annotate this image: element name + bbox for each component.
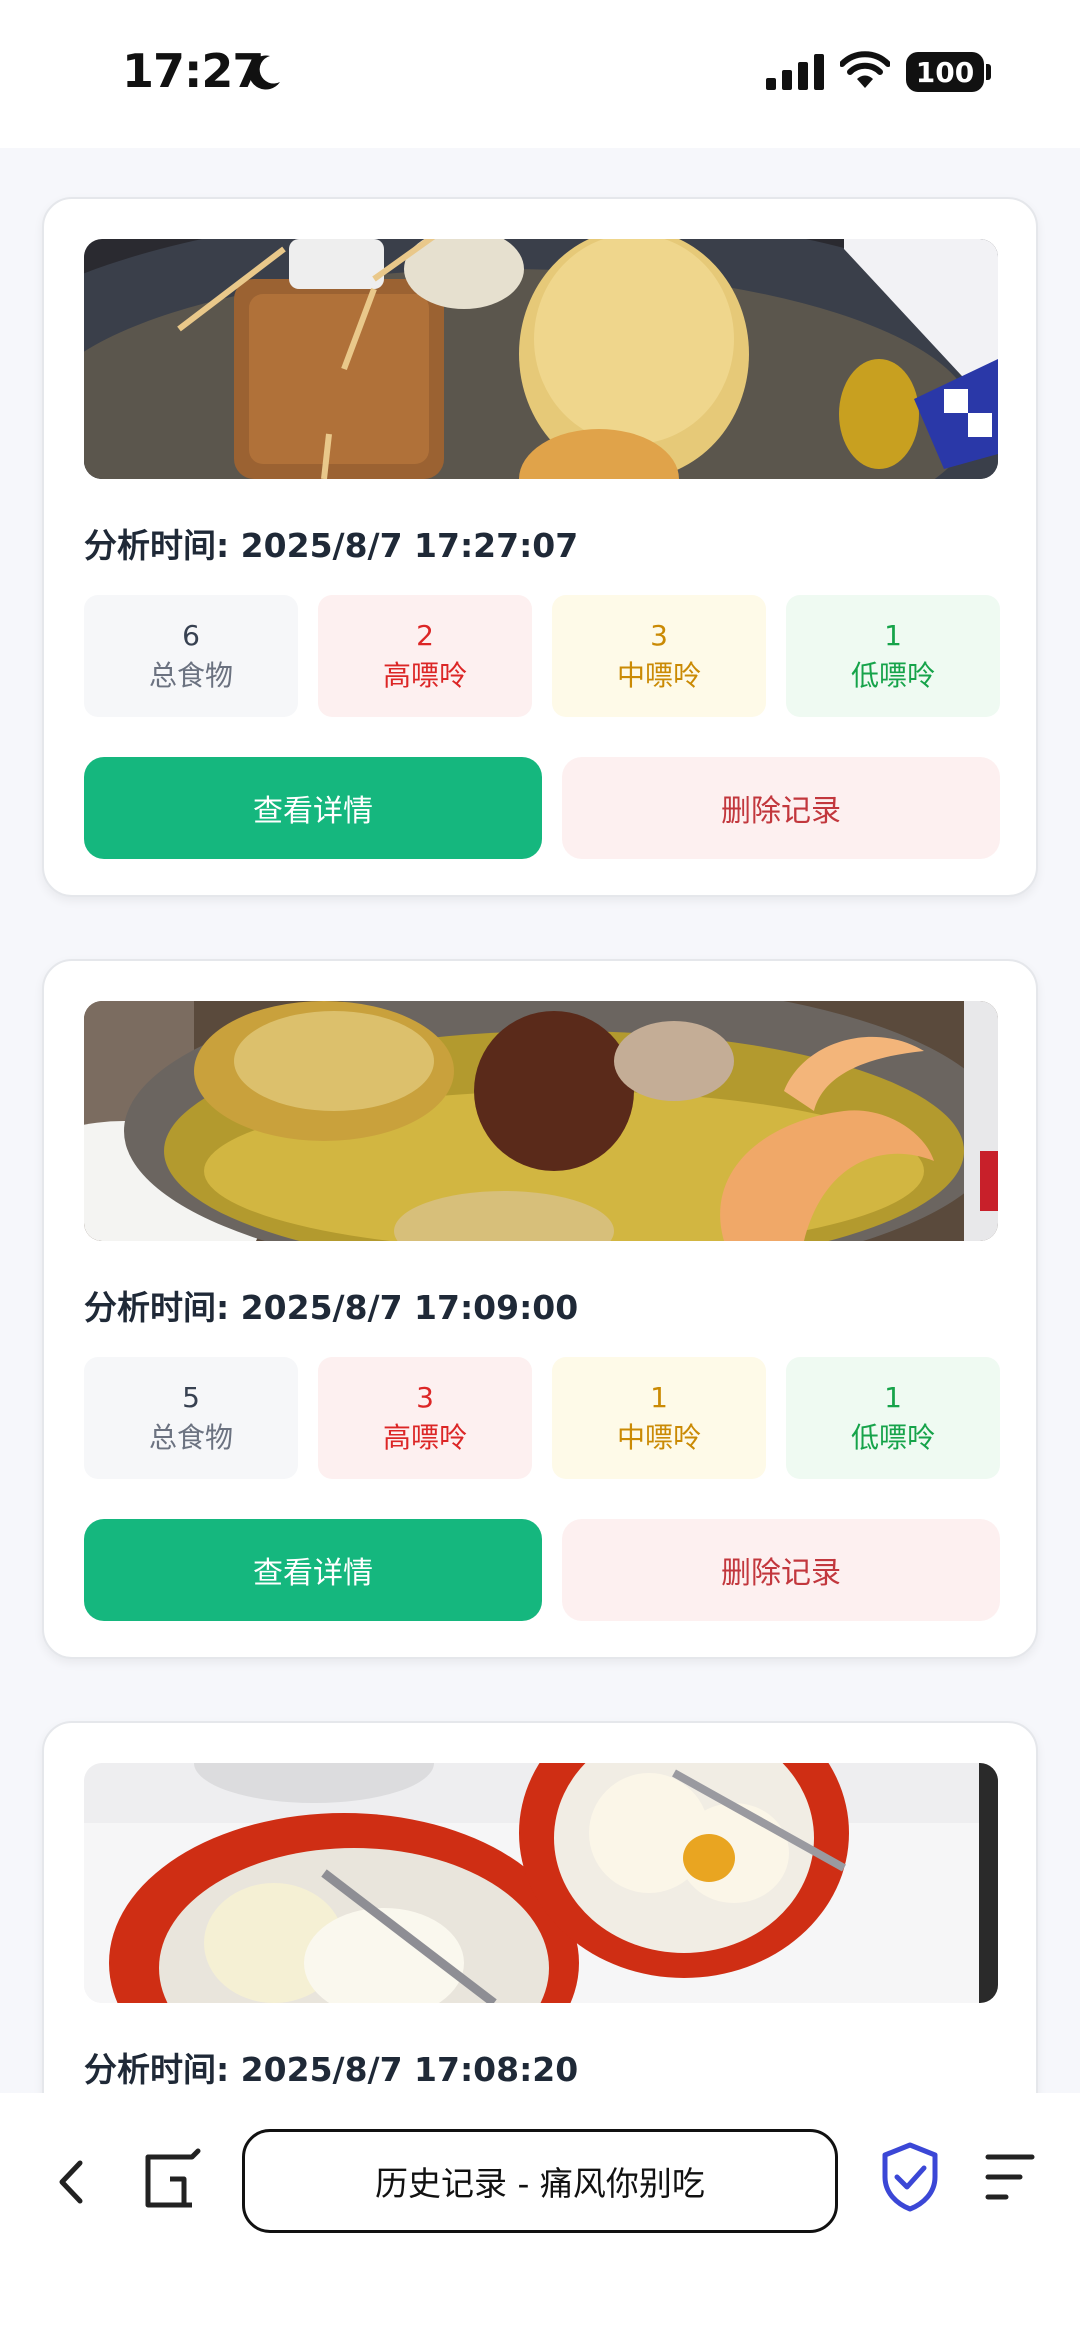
stat-label: 高嘌呤 [382,659,467,692]
stat-total-foods: 5 总食物 [84,1357,298,1479]
stat-value: 1 [884,1381,902,1414]
battery-cap [986,64,991,80]
stat-label: 低嘌呤 [850,1421,935,1454]
history-card: 分析时间: 2025/8/7 17:09:00 5 总食物 3 高嘌呤 1 中嘌… [42,959,1038,1659]
analysis-time: 分析时间: 2025/8/7 17:09:00 [84,1288,579,1327]
status-time: 17:27 [122,44,264,98]
stat-medium-purine: 3 中嘌呤 [552,595,766,717]
shield-check-icon[interactable] [880,2141,940,2213]
stat-value: 2 [416,619,434,652]
stat-label: 低嘌呤 [850,659,935,692]
view-details-button[interactable]: 查看详情 [84,757,542,859]
stat-label: 中嘌呤 [616,659,701,692]
food-photo [84,1001,998,1241]
stat-medium-purine: 1 中嘌呤 [552,1357,766,1479]
stat-value: 3 [650,619,668,652]
stat-high-purine: 3 高嘌呤 [318,1357,532,1479]
back-icon[interactable] [50,2149,90,2215]
stat-label: 中嘌呤 [616,1421,701,1454]
moon-icon [248,55,280,90]
view-details-button[interactable]: 查看详情 [84,1519,542,1621]
food-photo [84,239,998,479]
food-photo-eggs [84,1763,998,2003]
stats-row: 5 总食物 3 高嘌呤 1 中嘌呤 1 低嘌呤 [84,1357,1000,1479]
stat-low-purine: 1 低嘌呤 [786,595,1000,717]
stat-high-purine: 2 高嘌呤 [318,595,532,717]
food-photo-oden [84,239,998,479]
stat-label: 总食物 [148,659,233,692]
food-photo-seafood [84,1001,998,1241]
stat-value: 5 [182,1381,200,1414]
stat-label: 总食物 [148,1421,233,1454]
stat-label: 高嘌呤 [382,1421,467,1454]
analysis-time: 分析时间: 2025/8/7 17:08:20 [84,2050,579,2089]
wifi-icon [840,51,890,88]
stat-value: 3 [416,1381,434,1414]
address-bar[interactable]: 历史记录 - 痛风你别吃 [242,2129,838,2233]
screen: 17:27 100 分析时间: 2025/8/7 17:27:07 6 总食物 … [0,0,1080,2341]
delete-record-button[interactable]: 删除记录 [562,757,1000,859]
menu-icon[interactable] [984,2151,1036,2203]
stat-value: 6 [182,619,200,652]
battery-indicator: 100 [906,52,984,92]
delete-record-button[interactable]: 删除记录 [562,1519,1000,1621]
stats-row: 6 总食物 2 高嘌呤 3 中嘌呤 1 低嘌呤 [84,595,1000,717]
tabs-icon[interactable] [140,2143,204,2215]
browser-toolbar: 历史记录 - 痛风你别吃 [0,2093,1080,2341]
food-photo [84,1763,998,2003]
stat-value: 1 [650,1381,668,1414]
signal-icon [766,54,824,90]
status-bar: 17:27 100 [0,0,1080,148]
stat-total-foods: 6 总食物 [84,595,298,717]
history-card: 分析时间: 2025/8/7 17:27:07 6 总食物 2 高嘌呤 3 中嘌… [42,197,1038,897]
stat-value: 1 [884,619,902,652]
analysis-time: 分析时间: 2025/8/7 17:27:07 [84,526,579,565]
stat-low-purine: 1 低嘌呤 [786,1357,1000,1479]
